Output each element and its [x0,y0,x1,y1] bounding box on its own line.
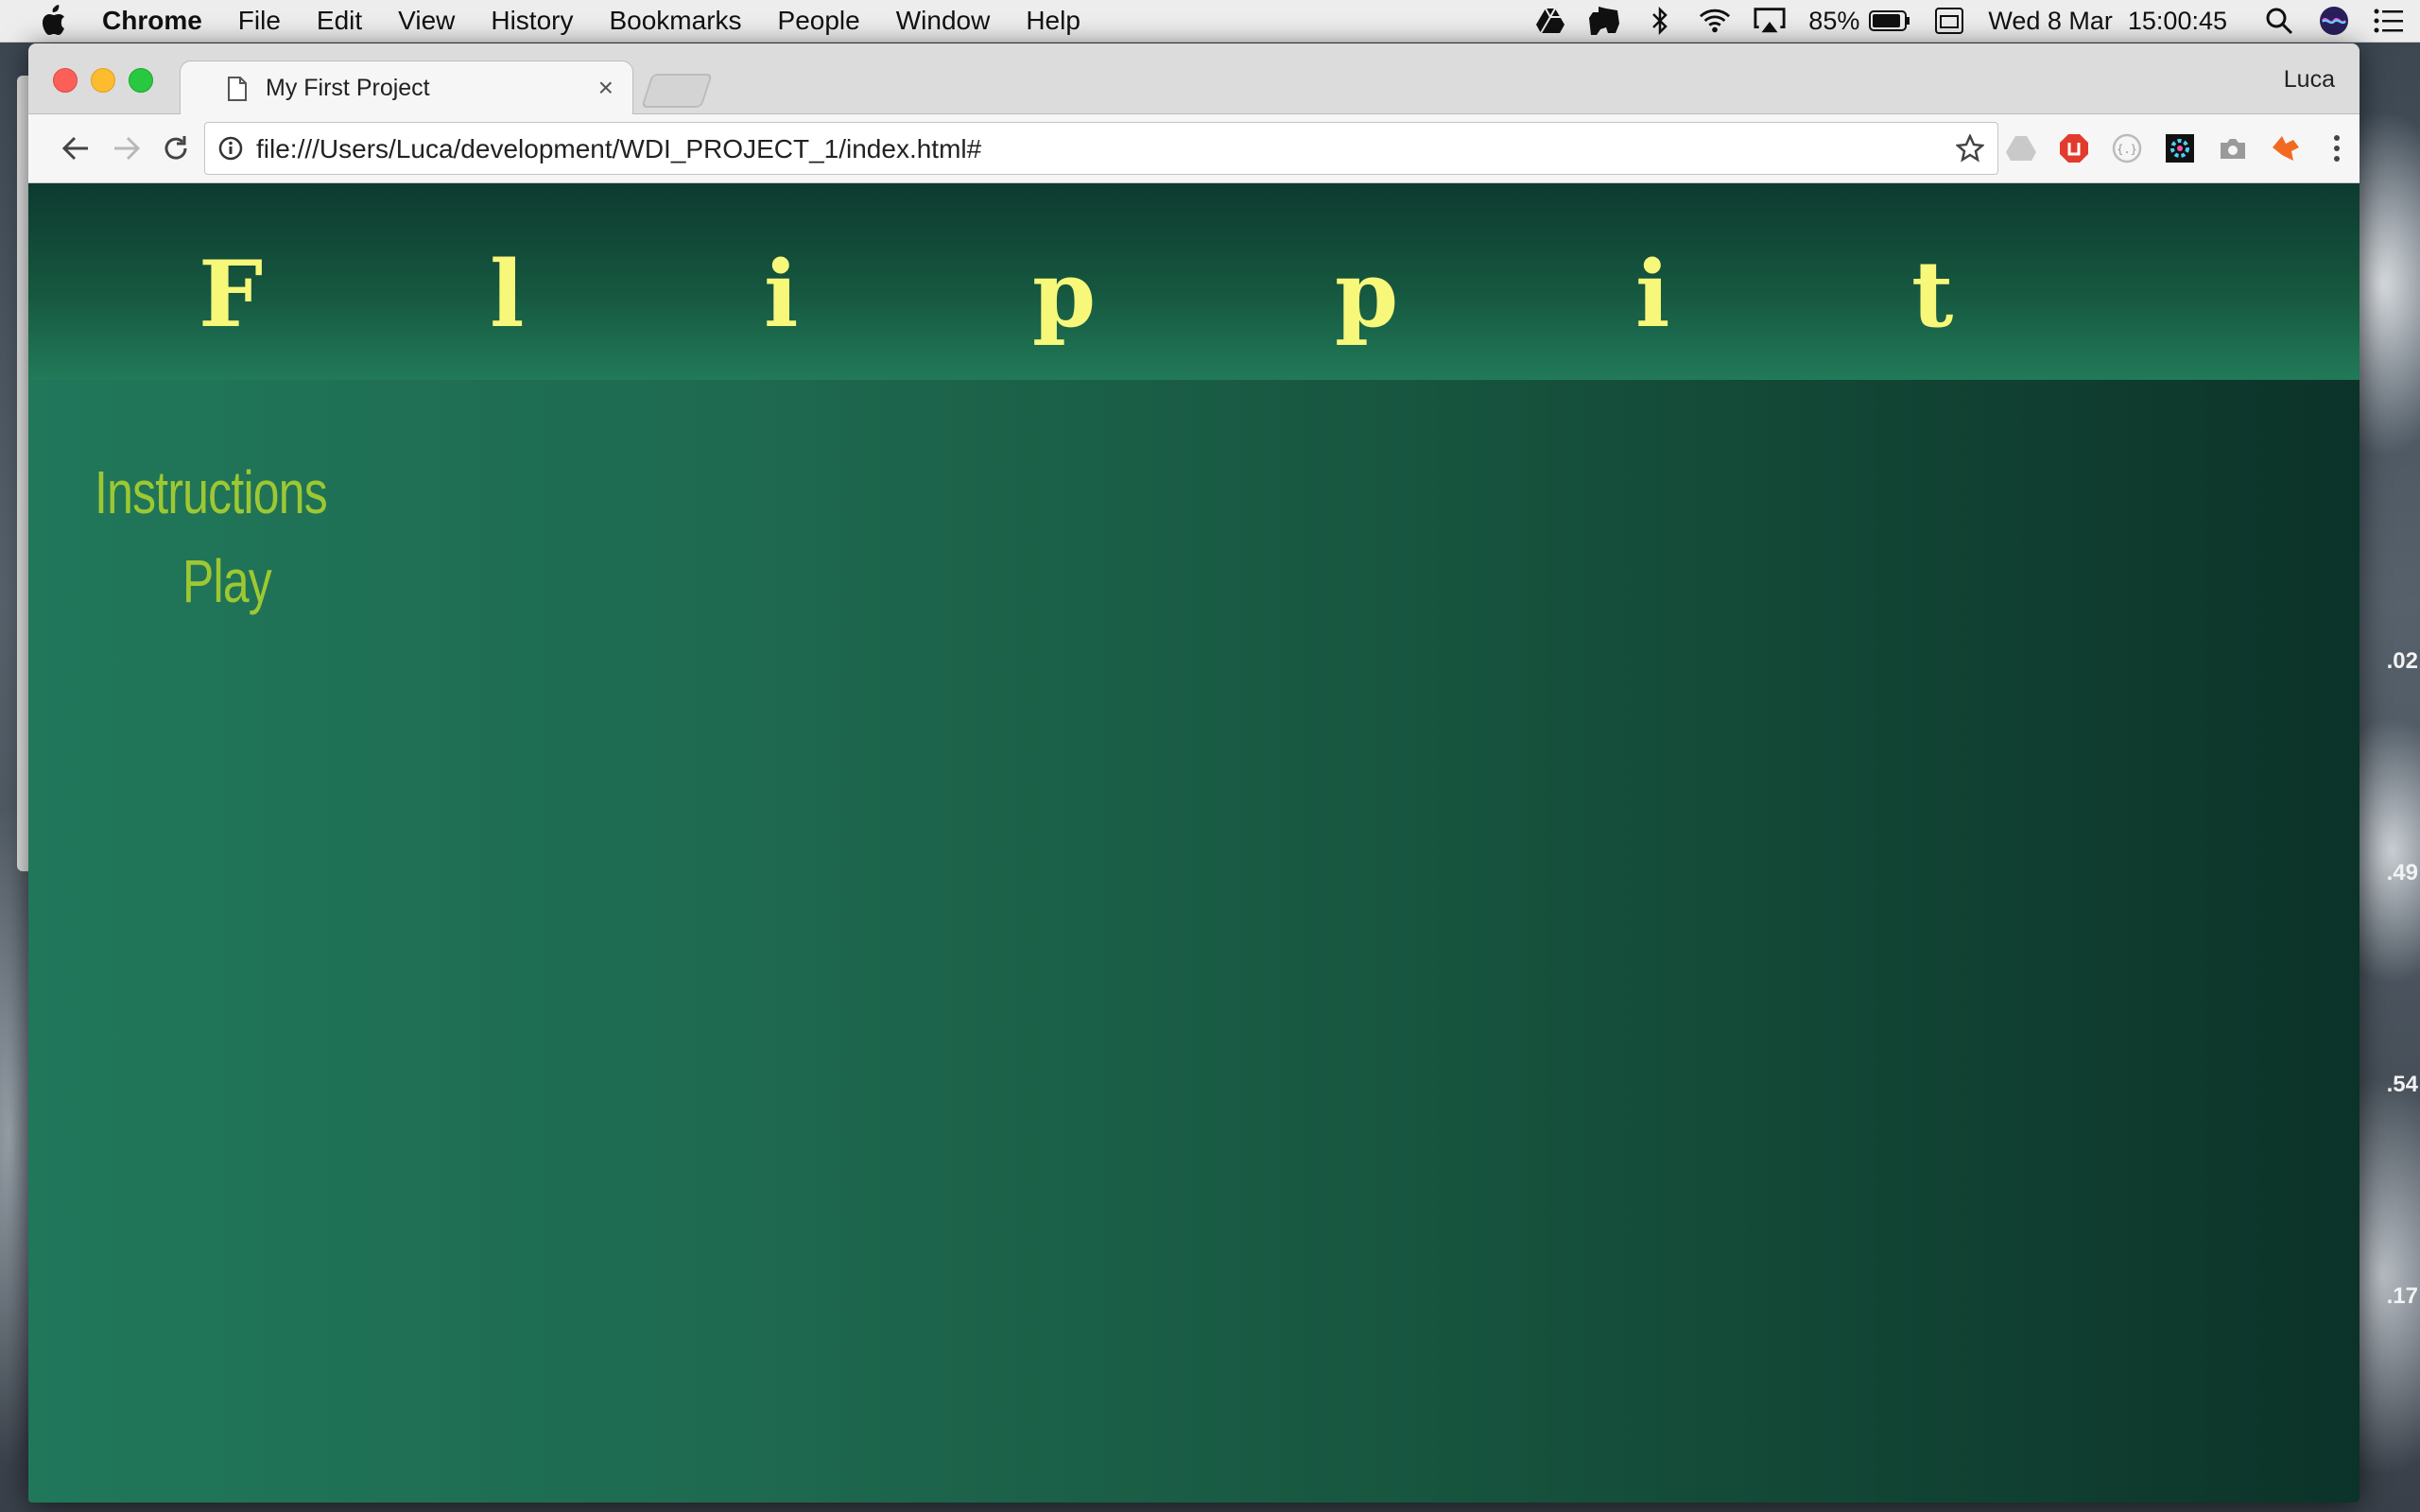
chrome-menu-icon[interactable] [2320,131,2354,165]
tab-close-icon[interactable]: × [598,73,614,103]
forward-arrow-icon[interactable] [110,131,144,165]
siri-icon[interactable] [2318,5,2350,37]
profile-name-button[interactable]: Luca [2284,66,2335,94]
browser-window: My First Project × Luca file:///Users/Lu… [28,43,2360,1503]
menu-view[interactable]: View [398,6,455,36]
menu-file[interactable]: File [238,6,281,36]
page-viewport: F l i p p i t Instructions Play [28,183,2360,1503]
desktop-value-4: .17 [2386,1283,2418,1309]
url-text[interactable]: file:///Users/Luca/development/WDI_PROJE… [256,134,981,164]
google-drive-extension-icon[interactable] [2004,131,2038,165]
fox-extension-icon[interactable] [2269,131,2303,165]
menu-edit[interactable]: Edit [317,6,362,36]
close-window-button[interactable] [53,68,78,93]
airplay-icon[interactable] [1754,5,1786,37]
menubar-date[interactable]: Wed 8 Mar [1988,7,2113,36]
desktop-value-2: .49 [2386,860,2418,885]
document-icon [228,77,247,101]
new-tab-button[interactable] [641,74,713,108]
spotlight-search-icon[interactable] [2263,5,2295,37]
color-picker-extension-icon[interactable] [2163,131,2197,165]
tab-strip: My First Project × Luca [28,43,2360,115]
menu-help[interactable]: Help [1026,6,1080,36]
svg-text:{.}: {.} [2117,143,2137,156]
title-letter-p-2: p [1335,241,1399,348]
keyboard-shortcut-icon[interactable] [1933,5,1965,37]
bluetooth-icon[interactable] [1644,5,1676,37]
battery-percent: 85% [1808,6,1860,35]
back-arrow-icon[interactable] [59,131,93,165]
menu-people[interactable]: People [778,6,860,36]
tab-my-first-project[interactable]: My First Project × [180,60,633,115]
menu-bookmarks[interactable]: Bookmarks [609,6,741,36]
menu-window[interactable]: Window [896,6,991,36]
tab-title: My First Project [266,75,430,101]
desktop-value-1: .02 [2386,648,2418,674]
title-letter-i: i [764,241,799,348]
json-extension-icon[interactable]: {.} [2110,131,2144,165]
bookmark-star-icon[interactable] [1955,132,1985,163]
play-link[interactable]: Play [182,546,272,616]
reload-icon[interactable] [159,131,193,165]
title-letter-i-2: i [1635,241,1670,348]
notification-center-icon[interactable] [2373,5,2405,37]
minimize-window-button[interactable] [91,68,115,93]
page-header: F l i p p i t [28,183,2360,380]
instructions-link[interactable]: Instructions [95,457,328,527]
site-info-icon[interactable] [218,136,243,161]
browser-toolbar: file:///Users/Luca/development/WDI_PROJE… [28,114,2360,183]
evernote-icon[interactable] [1589,5,1621,37]
title-letter-p: p [1032,241,1097,348]
menu-bar: Chrome File Edit View History Bookmarks … [0,0,2420,43]
menu-history[interactable]: History [491,6,573,36]
apple-icon[interactable] [38,4,68,38]
menubar-time[interactable]: 15:00:45 [2128,7,2227,36]
google-drive-icon[interactable] [1534,5,1566,37]
title-letter-f: F [199,241,264,348]
adblock-extension-icon[interactable] [2057,131,2091,165]
address-bar[interactable]: file:///Users/Luca/development/WDI_PROJE… [204,122,1998,175]
battery-icon[interactable] [1869,5,1910,37]
desktop-value-3: .54 [2386,1072,2418,1097]
title-letter-t: t [1911,241,1954,348]
title-letter-l: l [490,241,525,348]
camera-extension-icon[interactable] [2216,131,2250,165]
status-area: 85% Wed 8 Mar 15:00:45 [1534,0,2420,42]
maximize-window-button[interactable] [129,68,153,93]
menu-app-name[interactable]: Chrome [102,6,202,36]
wifi-icon[interactable] [1699,5,1731,37]
